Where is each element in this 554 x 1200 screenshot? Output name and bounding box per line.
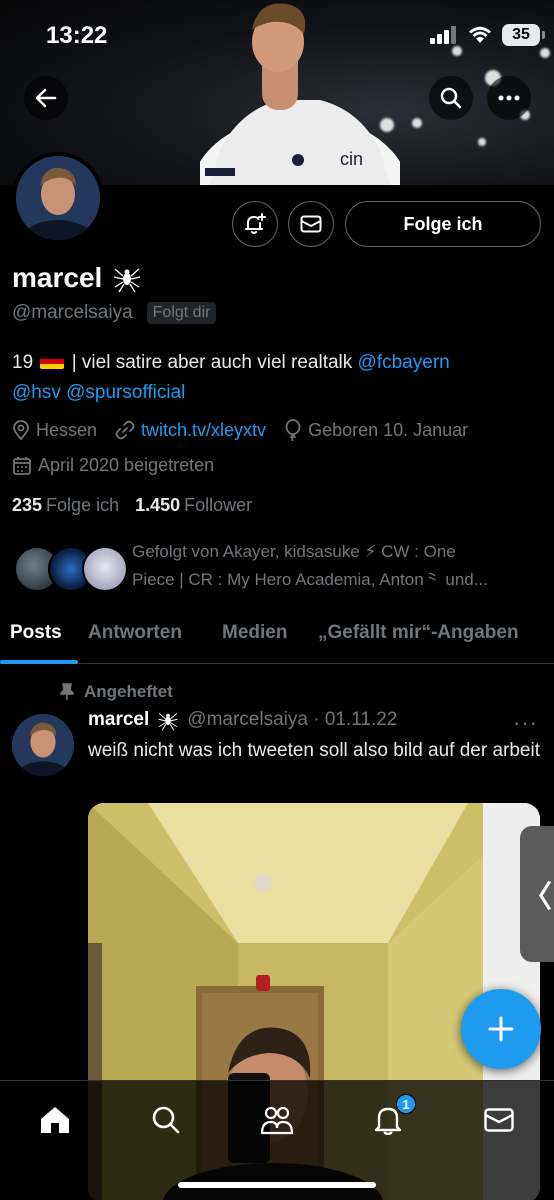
- nav-messages[interactable]: [476, 1097, 522, 1143]
- nav-communities[interactable]: [254, 1097, 300, 1143]
- spider-icon: [158, 713, 178, 731]
- message-button[interactable]: [288, 201, 334, 247]
- profile-name-row: marcel: [12, 262, 142, 294]
- profile-handle: @marcelsaiya: [12, 302, 133, 323]
- active-tab-indicator: [0, 660, 78, 664]
- post-author-handle: @marcelsaiya · 01.11.22: [187, 709, 398, 730]
- mention-fcbayern[interactable]: @fcbayern: [358, 352, 450, 373]
- tab-posts[interactable]: Posts: [10, 622, 62, 644]
- svg-text:cin: cin: [340, 149, 363, 169]
- followed-by-text: Gefolgt von Akayer, kidsasuke ⚡ CW : One…: [132, 542, 488, 589]
- profile-joined: April 2020 beigetreten: [12, 455, 214, 476]
- post-author-avatar[interactable]: [12, 714, 74, 776]
- tab-media[interactable]: Medien: [222, 622, 287, 644]
- battery-indicator: 35: [502, 24, 545, 46]
- followed-by-row[interactable]: Gefolgt von Akayer, kidsasuke ⚡ CW : One…: [14, 538, 544, 598]
- status-bar: 13:22 35: [0, 0, 554, 70]
- location-icon: [13, 420, 29, 440]
- more-icon: [498, 95, 520, 101]
- side-panel-handle[interactable]: 〈: [520, 826, 554, 962]
- signal-icon: [430, 26, 456, 44]
- pinned-label: Angeheftet: [60, 682, 173, 702]
- plus-icon: [488, 1016, 514, 1042]
- avatar-image: [16, 156, 100, 240]
- calendar-icon: [13, 456, 31, 475]
- profile-location: Hessen: [12, 420, 97, 441]
- post-header: marcel @marcelsaiya · 01.11.22: [88, 709, 397, 731]
- spider-icon: [114, 268, 141, 293]
- home-indicator: [178, 1182, 376, 1188]
- communities-icon: [260, 1106, 294, 1135]
- profile-avatar[interactable]: [12, 152, 104, 244]
- profile-bio: 19 | viel satire aber auch viel realtalk…: [12, 352, 450, 403]
- mail-icon: [300, 215, 322, 233]
- profile-tabs: Posts Antworten Medien „Gefällt mir“-Ang…: [0, 612, 554, 664]
- notification-add-icon: [245, 213, 266, 234]
- avatar-image: [12, 714, 74, 776]
- notification-badge: 1: [396, 1094, 416, 1114]
- back-arrow-icon: [35, 88, 57, 108]
- link-icon: [115, 420, 135, 440]
- germany-flag-icon: [40, 354, 65, 369]
- post-text: weiß nicht was ich tweeten soll also bil…: [88, 740, 541, 761]
- post-author-name[interactable]: marcel: [88, 709, 149, 731]
- followers-stat[interactable]: 1.450 Follower: [135, 495, 252, 516]
- nav-home[interactable]: [32, 1097, 78, 1143]
- tab-likes[interactable]: „Gefällt mir“-Angaben: [318, 622, 519, 644]
- mail-icon: [484, 1108, 514, 1132]
- follow-button[interactable]: Folge ich: [345, 201, 541, 247]
- nav-search[interactable]: [143, 1097, 189, 1143]
- search-icon: [440, 87, 462, 109]
- pin-icon: [60, 683, 74, 700]
- back-button[interactable]: [24, 76, 68, 120]
- status-time: 13:22: [46, 22, 108, 49]
- more-button[interactable]: [487, 76, 531, 120]
- balloon-icon: [285, 419, 301, 441]
- search-icon: [152, 1106, 180, 1134]
- search-button[interactable]: [429, 76, 473, 120]
- following-stat[interactable]: 235 Folge ich: [12, 495, 119, 516]
- profile-name: marcel: [12, 262, 103, 293]
- profile-website[interactable]: twitch.tv/xleyxtv: [115, 420, 266, 441]
- post-more-button[interactable]: ···: [513, 710, 538, 736]
- mention-spursofficial[interactable]: @spursofficial: [66, 382, 185, 403]
- wifi-icon: [469, 26, 491, 43]
- follows-you-badge: Folgt dir: [146, 302, 217, 324]
- profile-birthday: Geboren 10. Januar: [284, 419, 468, 441]
- compose-post-button[interactable]: [461, 989, 541, 1069]
- mention-hsv[interactable]: @hsv: [12, 382, 61, 403]
- profile-stats: 235 Folge ich 1.450 Follower: [12, 495, 252, 516]
- home-icon: [41, 1107, 69, 1133]
- notify-button[interactable]: [232, 201, 278, 247]
- tab-replies[interactable]: Antworten: [88, 622, 182, 644]
- follower-avatar: [82, 546, 128, 592]
